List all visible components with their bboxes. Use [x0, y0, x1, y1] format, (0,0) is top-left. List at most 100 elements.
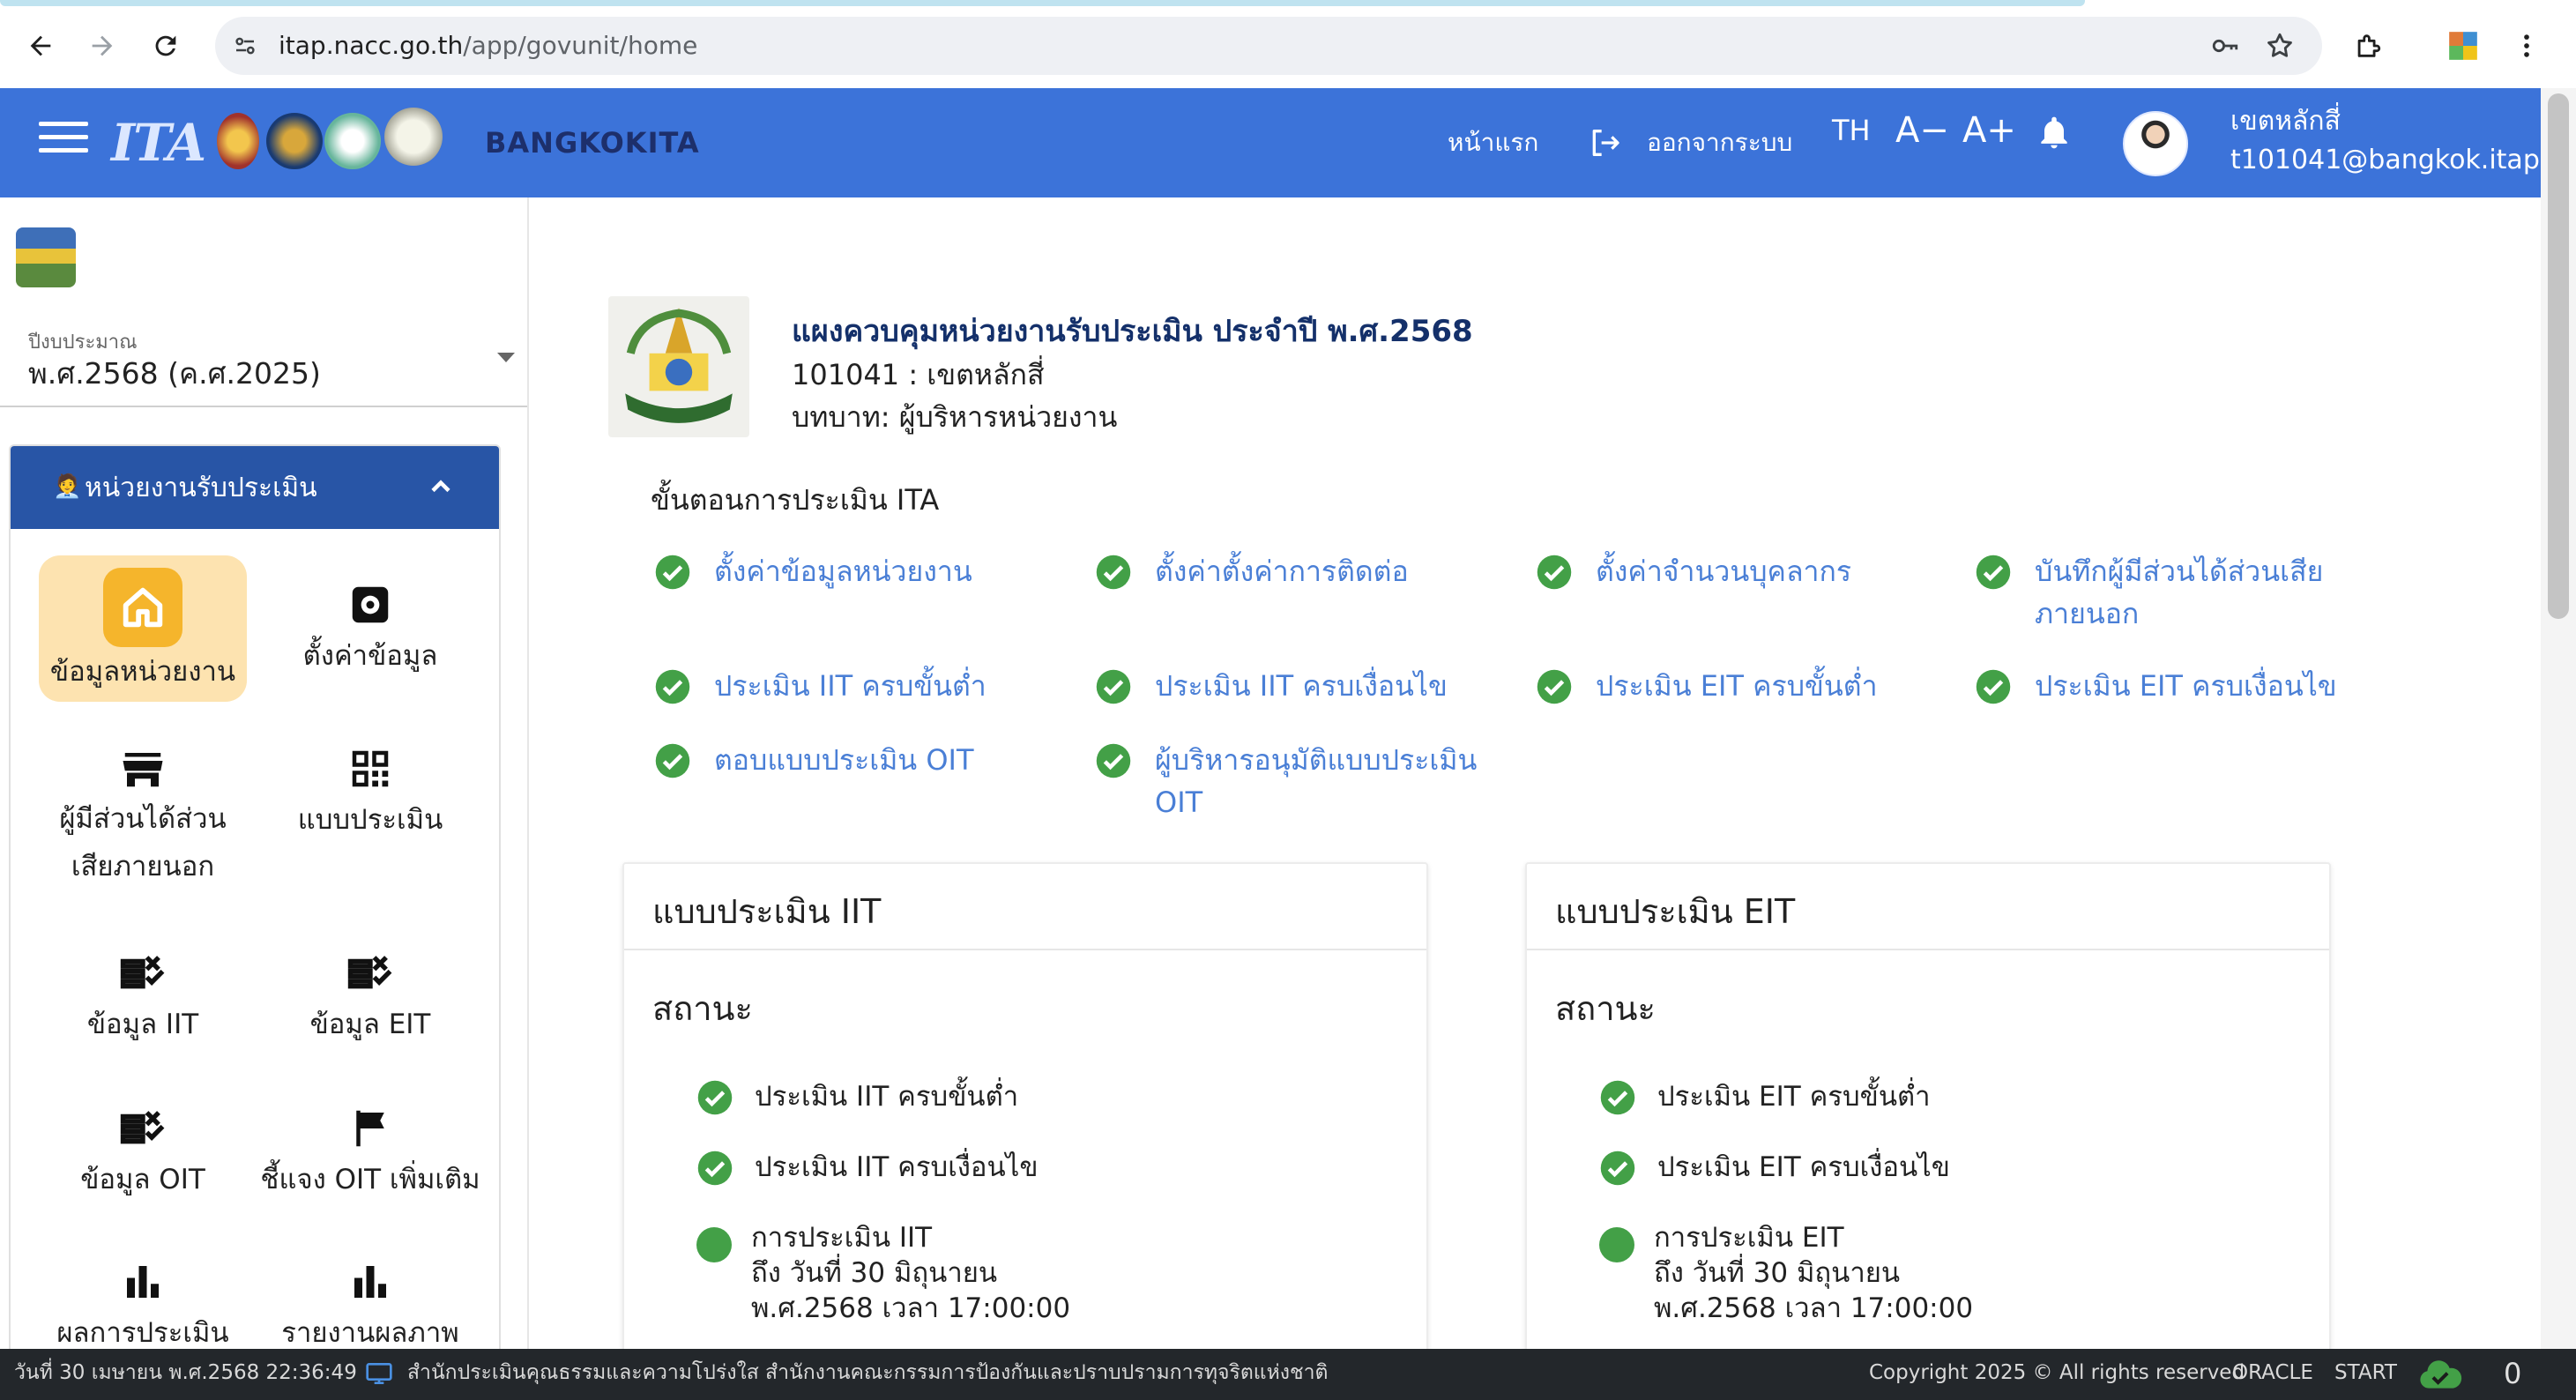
notification-bell-icon[interactable]: [2033, 111, 2075, 153]
tile-iit-data[interactable]: ข้อมูล IIT: [39, 947, 247, 1049]
scrollbar-thumb[interactable]: [2548, 93, 2569, 619]
deadline-line-2: ถึง วันที่ 30 มิถุนายน: [751, 1257, 998, 1289]
menu-panel: 🧑‍💼 หน่วยงานรับประเมิน ข้อมูลหน่วยงาน ตั…: [9, 444, 501, 1349]
check-circle-icon: [655, 669, 690, 704]
status-dot: [696, 1227, 732, 1262]
user-role: บทบาท: ผู้บริหารหน่วยงาน: [792, 400, 1118, 434]
nacc-seal-icon: [266, 113, 323, 169]
flag-icon: [344, 1102, 397, 1155]
magnifier-seal-icon: [384, 108, 443, 166]
footer-copyright: Copyright 2025 © All rights reserved: [1869, 1361, 2245, 1384]
footer-start-label: START: [2334, 1361, 2397, 1384]
tile-label: ข้อมูล EIT: [309, 1009, 431, 1040]
footer-datetime: วันที่ 30 เมษายน พ.ศ.2568 22:36:49: [14, 1361, 357, 1384]
footer-bar: วันที่ 30 เมษายน พ.ศ.2568 22:36:49 สำนัก…: [0, 1349, 2576, 1400]
check-circle-icon: [655, 743, 690, 778]
browser-menu-icon[interactable]: [2507, 26, 2546, 65]
home-link[interactable]: หน้าแรก: [1448, 123, 1538, 162]
check-circle-icon: [1096, 555, 1131, 590]
tile-eit-data[interactable]: ข้อมูล EIT: [266, 947, 474, 1049]
tile-oit-data[interactable]: ข้อมูล OIT: [39, 1102, 247, 1204]
deadline-line-2: ถึง วันที่ 30 มิถุนายน: [1654, 1257, 1901, 1289]
step-link[interactable]: ตั้งค่าข้อมูลหน่วยงาน: [714, 550, 1067, 592]
step-link[interactable]: บันทึกผู้มีส่วนได้ส่วนเสียภายนอก: [2035, 550, 2387, 635]
user-avatar[interactable]: [2123, 111, 2188, 176]
step-link[interactable]: ประเมิน EIT ครบเงื่อนไข: [2035, 665, 2387, 707]
emblem-seal-icon: [217, 113, 259, 169]
app-header: ITA BANGKOKITA หน้าแรก ออกจากระบบ TH A− …: [0, 88, 2541, 197]
menu-section-header[interactable]: 🧑‍💼 หน่วยงานรับประเมิน: [11, 446, 499, 529]
check-circle-icon: [1096, 743, 1131, 778]
tile-label: รายงานผลภาพ: [281, 1317, 459, 1349]
gear-icon: [344, 578, 397, 631]
status-text: ประเมิน EIT ครบเงื่อนไข: [1657, 1151, 1950, 1183]
logout-icon[interactable]: [1583, 122, 1626, 164]
card-divider: [1527, 949, 2329, 950]
extensions-puzzle-icon[interactable]: [2349, 26, 2387, 65]
check-circle-icon: [1537, 669, 1572, 704]
status-text: ประเมิน EIT ครบขั้นต่ำ: [1657, 1081, 1931, 1113]
reload-icon: [155, 35, 176, 56]
step-link[interactable]: ตั้งค่าตั้งค่าการติดต่อ: [1155, 550, 1508, 592]
sidebar: ปีงบประมาณ พ.ศ.2568 (ค.ศ.2025) 🧑‍💼 หน่วย…: [0, 197, 529, 1349]
step-link[interactable]: ประเมิน EIT ครบขั้นต่ำ: [1596, 665, 1948, 707]
check-circle-icon: [697, 1080, 733, 1115]
forward-button[interactable]: [78, 21, 127, 71]
tile-settings[interactable]: ตั้งค่าข้อมูล: [266, 578, 474, 681]
tile-org-info[interactable]: ข้อมูลหน่วยงาน: [39, 555, 247, 702]
tile-assessment-forms[interactable]: แบบประเมิน: [266, 742, 474, 845]
check-circle-icon: [1976, 555, 2011, 590]
url-text[interactable]: itap.nacc.go.th/app/govunit/home: [279, 26, 697, 65]
back-button[interactable]: [16, 21, 65, 71]
tile-label: ข้อมูล IIT: [86, 1009, 199, 1040]
status-text: ประเมิน IIT ครบขั้นต่ำ: [755, 1081, 1019, 1113]
hamburger-menu-icon[interactable]: [39, 122, 88, 164]
profile-avatar-icon[interactable]: [2444, 26, 2483, 65]
monitor-icon: [366, 1363, 392, 1384]
main-content: แผงควบคุมหน่วยงานรับประเมิน ประจำปี พ.ศ.…: [532, 197, 2541, 1349]
tile-stakeholders[interactable]: ผู้มีส่วนได้ส่วนเสียภายนอก: [39, 742, 247, 890]
logout-link[interactable]: ออกจากระบบ: [1647, 123, 1792, 162]
tile-report[interactable]: รายงานผลภาพ: [266, 1255, 474, 1349]
step-link[interactable]: ประเมิน IIT ครบขั้นต่ำ: [714, 665, 1067, 707]
step-link[interactable]: ตั้งค่าจำนวนบุคลากร: [1596, 550, 1948, 592]
bar-chart-icon: [116, 1255, 169, 1308]
check-circle-icon: [1600, 1151, 1635, 1186]
tile-oit-explain[interactable]: ชี้แจง OIT เพิ่มเติม: [256, 1102, 485, 1204]
bar-chart-icon: [344, 1255, 397, 1308]
brand-name: BANGKOKITA: [485, 126, 700, 160]
home-icon: [103, 568, 182, 647]
browser-tab-strip: [0, 0, 2085, 6]
footer-counter: 0: [2504, 1357, 2522, 1390]
bookmark-star-icon[interactable]: [2260, 26, 2299, 65]
password-key-icon[interactable]: [2206, 26, 2245, 65]
status-dot: [1599, 1227, 1634, 1262]
site-info-icon[interactable]: [227, 28, 263, 63]
org-small-logo: [16, 227, 76, 287]
checklist-icon: [116, 947, 169, 1000]
deadline-line-3: พ.ศ.2568 เวลา 17:00:00: [1654, 1292, 1974, 1324]
step-link[interactable]: ตอบแบบประเมิน OIT: [714, 739, 1067, 781]
font-increase-button[interactable]: A+: [1962, 109, 2016, 152]
dropdown-caret-icon[interactable]: [497, 353, 515, 362]
step-link[interactable]: ผู้บริหารอนุมัติแบบประเมิน OIT: [1155, 739, 1508, 823]
reload-button[interactable]: [141, 21, 190, 71]
card-title: แบบประเมิน EIT: [1555, 892, 1796, 931]
footer-organization: สำนักประเมินคุณธรรมและความโปร่งใส สำนักง…: [407, 1361, 1329, 1384]
tile-label: ผู้มีส่วนได้ส่วนเสียภายนอก: [59, 803, 227, 882]
cloud-check-icon: [2420, 1360, 2462, 1389]
page-title: แผงควบคุมหน่วยงานรับประเมิน ประจำปี พ.ศ.…: [792, 314, 1473, 349]
url-host: itap.nacc.go.th: [279, 31, 464, 60]
check-circle-icon: [655, 555, 690, 590]
page-scrollbar[interactable]: [2541, 88, 2576, 1349]
tile-results[interactable]: ผลการประเมิน: [39, 1255, 247, 1349]
user-name: เขตหลักสี่: [2230, 106, 2341, 137]
language-toggle[interactable]: TH: [1832, 109, 1871, 152]
iit-assessment-card: แบบประเมิน IIT สถานะ ประเมิน IIT ครบขั้น…: [622, 862, 1428, 1349]
fiscal-year-select[interactable]: พ.ศ.2568 (ค.ศ.2025): [28, 353, 321, 395]
url-path: /app/govunit/home: [463, 31, 698, 60]
card-divider: [624, 949, 1426, 950]
chevron-up-icon[interactable]: [425, 471, 457, 503]
font-decrease-button[interactable]: A−: [1895, 109, 1949, 152]
step-link[interactable]: ประเมิน IIT ครบเงื่อนไข: [1155, 665, 1508, 707]
